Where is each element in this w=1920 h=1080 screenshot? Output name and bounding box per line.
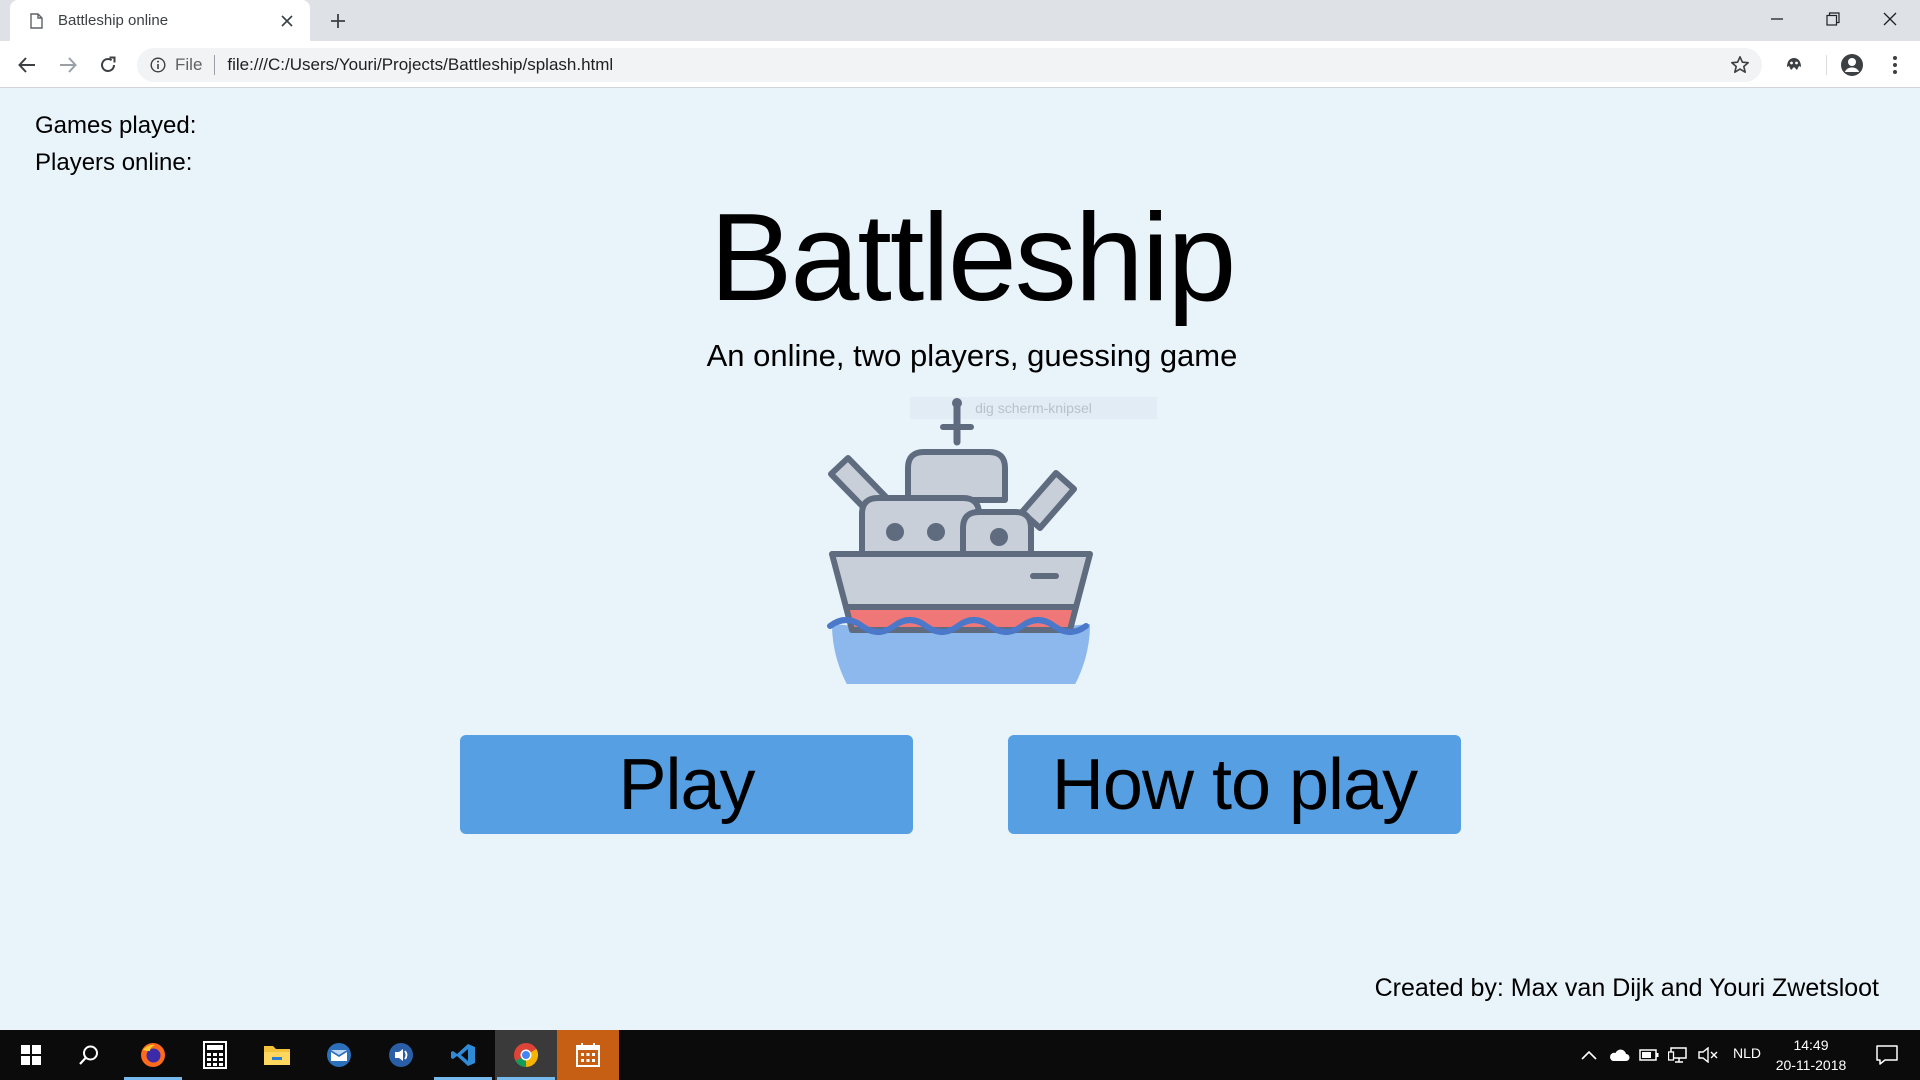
battery-icon[interactable]	[1638, 1044, 1660, 1066]
game-stats: Games played: Players online:	[35, 107, 196, 181]
calculator-icon[interactable]	[184, 1030, 246, 1080]
page-icon	[28, 11, 44, 31]
notification-center-icon[interactable]	[1862, 1030, 1912, 1080]
clock-date: 20-11-2018	[1775, 1057, 1847, 1073]
windows-start-icon[interactable]	[0, 1030, 62, 1080]
url-text[interactable]: file:///C:/Users/Youri/Projects/Battlesh…	[227, 55, 613, 75]
new-tab-plus-icon[interactable]	[325, 8, 351, 34]
page-subtitle: An online, two players, guessing game	[706, 338, 1238, 373]
restore-icon[interactable]	[1805, 0, 1861, 38]
how-to-play-button[interactable]: How to play	[1008, 735, 1461, 834]
scheme-label: File	[175, 55, 203, 74]
search-icon[interactable]	[58, 1030, 120, 1080]
calendar-icon[interactable]	[557, 1030, 619, 1080]
input-language[interactable]: NLD	[1733, 1045, 1761, 1061]
play-button[interactable]: Play	[460, 735, 913, 834]
firefox-icon[interactable]	[122, 1030, 184, 1080]
network-icon[interactable]	[1667, 1044, 1689, 1066]
page-title: Battleship	[709, 189, 1237, 327]
info-icon[interactable]	[149, 56, 167, 74]
volume-muted-icon[interactable]	[1697, 1044, 1719, 1066]
windows-taskbar: NLD 14:49 20-11-2018	[0, 1030, 1920, 1080]
onedrive-cloud-icon[interactable]	[1608, 1044, 1630, 1066]
back-arrow-icon[interactable]	[12, 50, 42, 80]
chrome-icon[interactable]	[495, 1030, 557, 1080]
reload-icon[interactable]	[93, 50, 123, 80]
bookmark-star-icon[interactable]	[1730, 55, 1750, 75]
clock-time: 14:49	[1793, 1037, 1829, 1053]
tab-title: Battleship online	[58, 12, 169, 29]
menu-kebab-icon[interactable]	[1882, 52, 1908, 78]
toolbar-separator	[1826, 55, 1827, 75]
browser-tab[interactable]: Battleship online	[10, 0, 310, 41]
address-bar[interactable]: File file:///C:/Users/Youri/Projects/Bat…	[137, 48, 1762, 82]
close-window-icon[interactable]	[1862, 0, 1918, 38]
forward-arrow-icon[interactable]	[53, 50, 83, 80]
page-content: Games played: Players online: Battleship…	[0, 88, 1920, 1030]
chevron-up-icon[interactable]	[1578, 1044, 1600, 1066]
extension-icon[interactable]	[1781, 52, 1807, 78]
profile-avatar-icon[interactable]	[1839, 52, 1865, 78]
games-played-label: Games played:	[35, 112, 197, 139]
credits-text: Created by: Max van Dijk and Youri Zwets…	[1374, 974, 1879, 1002]
vscode-icon[interactable]	[432, 1030, 494, 1080]
browser-toolbar: File file:///C:/Users/Youri/Projects/Bat…	[0, 41, 1920, 88]
browser-tab-strip: Battleship online	[0, 0, 1920, 41]
teamspeak-icon[interactable]	[370, 1030, 432, 1080]
players-online-label: Players online:	[35, 149, 193, 176]
battleship-illustration	[827, 398, 1093, 684]
mail-icon[interactable]	[308, 1030, 370, 1080]
minimize-icon[interactable]	[1749, 0, 1805, 38]
system-clock[interactable]: 14:49 20-11-2018	[1768, 1035, 1854, 1075]
file-explorer-icon[interactable]	[246, 1030, 308, 1080]
close-tab-icon[interactable]	[276, 10, 298, 32]
omnibox-divider	[214, 55, 216, 75]
